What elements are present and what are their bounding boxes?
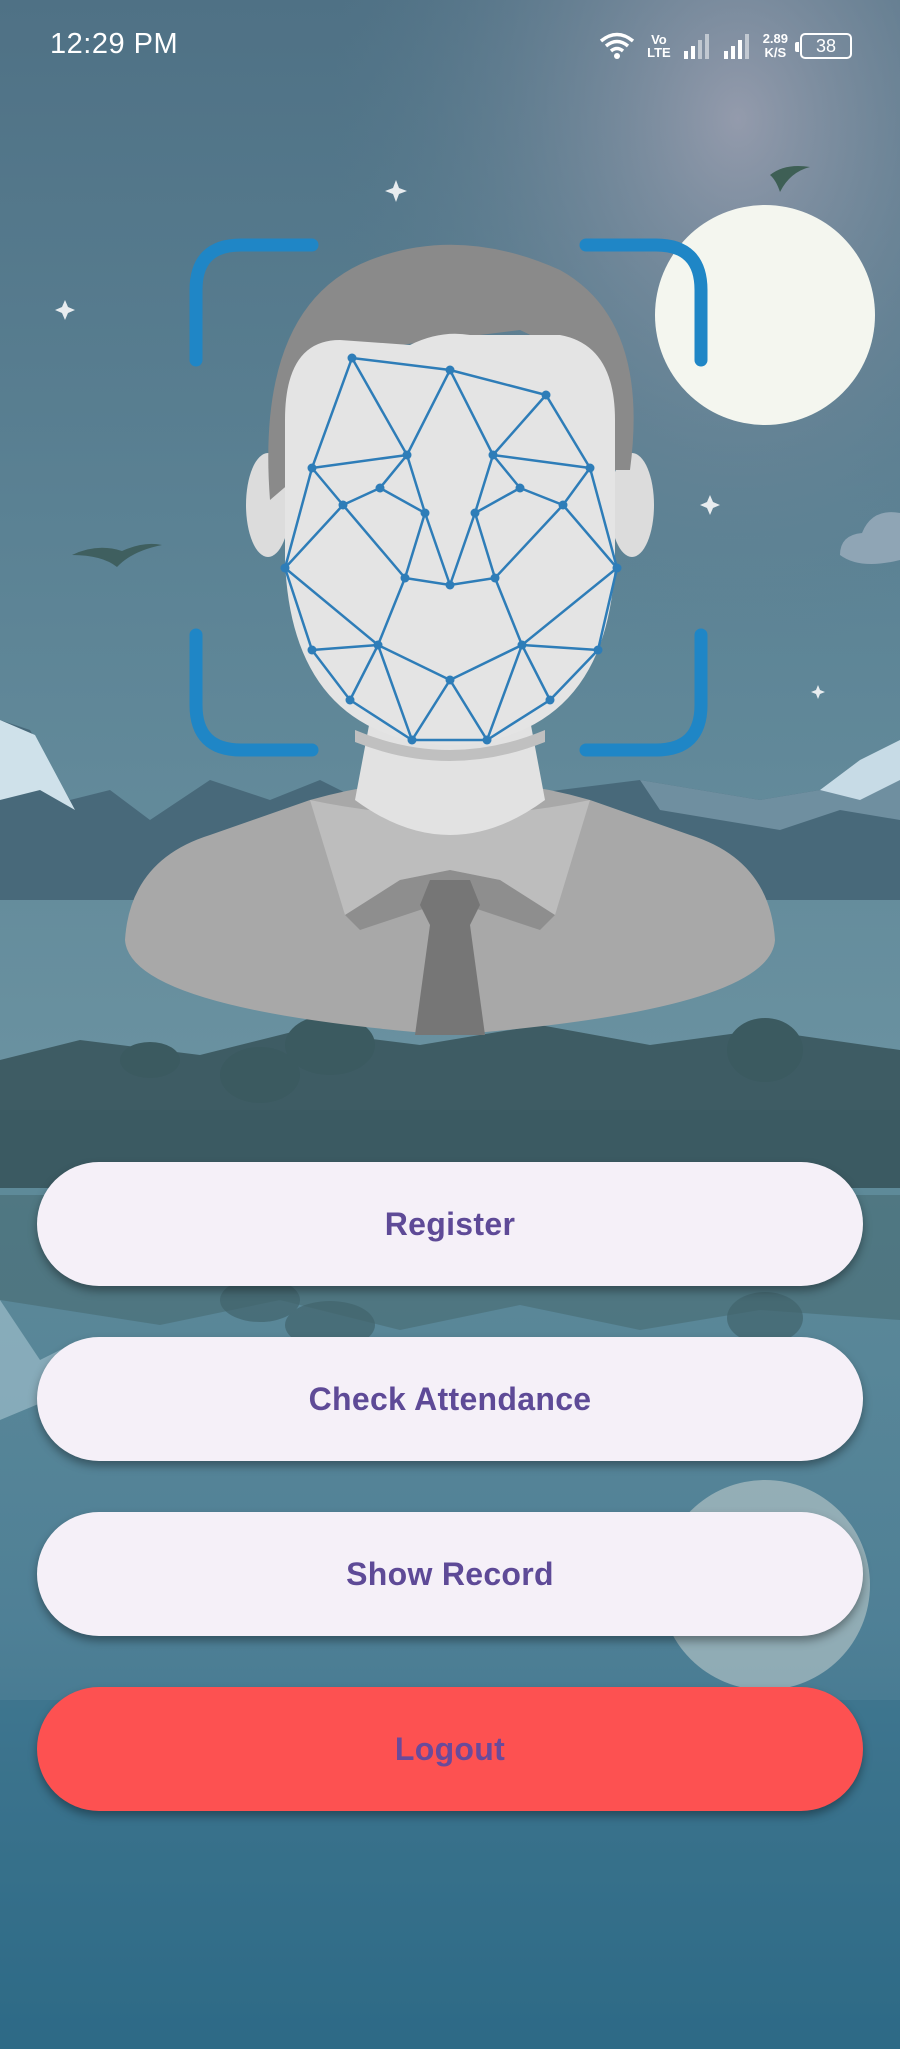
battery-icon: 38 <box>795 33 852 59</box>
status-time: 12:29 PM <box>50 28 179 60</box>
face-recognition-illustration <box>125 238 775 1035</box>
battery-tip <box>795 42 799 52</box>
show-record-button[interactable]: Show Record <box>37 1512 863 1636</box>
signal-icon <box>723 34 749 59</box>
volte-bottom: LTE <box>647 45 671 60</box>
status-bar: 12:29 PM Vo LTE 2.89 K/S 38 <box>0 0 900 92</box>
speed-value: 2.89 <box>762 31 788 46</box>
logout-button[interactable]: Logout <box>37 1687 863 1811</box>
register-button[interactable]: Register <box>37 1162 863 1286</box>
volte-indicator: Vo LTE <box>647 33 671 59</box>
status-icons: Vo LTE 2.89 K/S 38 <box>599 28 852 64</box>
battery-level: 38 <box>815 35 837 56</box>
wifi-icon <box>599 32 635 59</box>
check-attendance-button[interactable]: Check Attendance <box>37 1337 863 1461</box>
signal-icon <box>683 34 709 59</box>
speed-unit: K/S <box>764 45 787 60</box>
network-speed: 2.89 K/S <box>763 32 788 60</box>
person-avatar-icon <box>125 244 775 1035</box>
